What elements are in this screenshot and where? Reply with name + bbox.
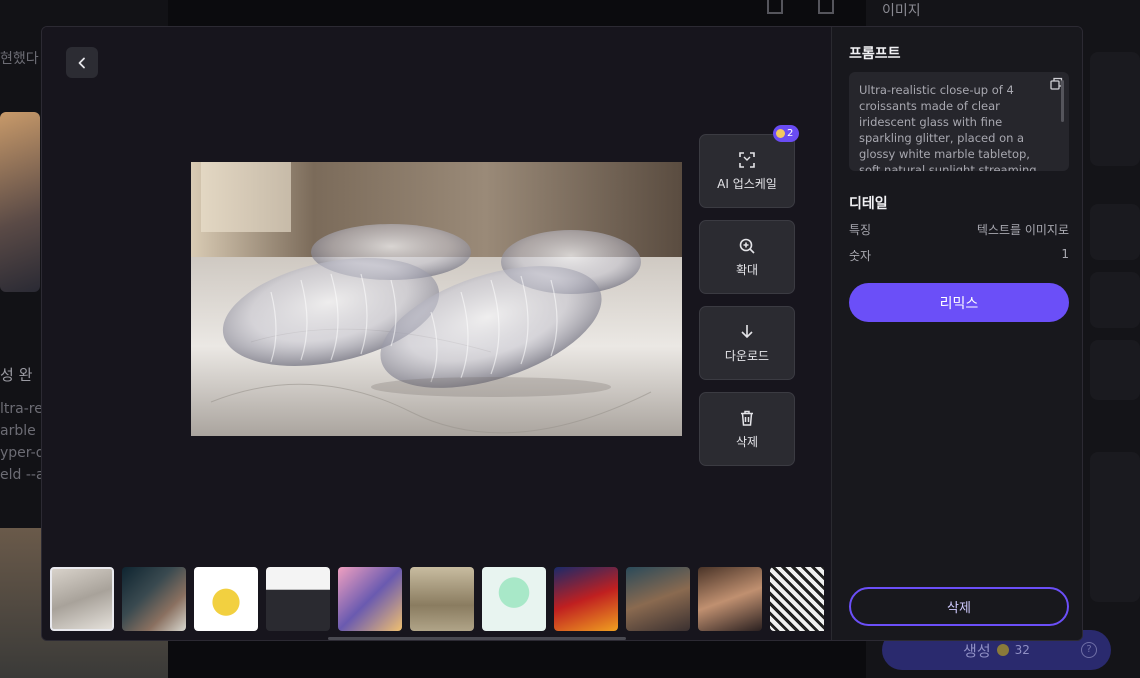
help-icon[interactable]: ? bbox=[1081, 642, 1097, 658]
zoom-button[interactable]: 확대 bbox=[699, 220, 795, 294]
download-label: 다운로드 bbox=[724, 348, 770, 363]
background-text: 성 완 bbox=[0, 366, 33, 384]
thumbnail-scrollbar[interactable] bbox=[328, 637, 626, 640]
background-text: eld --a bbox=[0, 467, 45, 483]
trash-icon bbox=[741, 410, 753, 426]
generate-label: 생성 bbox=[963, 641, 991, 660]
thumbnail-sketch-warriors[interactable] bbox=[410, 567, 474, 631]
expand-icon bbox=[739, 151, 755, 168]
background-card bbox=[1090, 52, 1140, 166]
prompt-text[interactable]: Ultra-realistic close-up of 4 croissants… bbox=[849, 72, 1069, 171]
detail-label: 특징 bbox=[849, 223, 872, 237]
ai-upscale-button[interactable]: AI 업스케일 bbox=[699, 134, 795, 208]
background-card bbox=[1090, 204, 1140, 260]
zoom-label: 확대 bbox=[735, 262, 759, 277]
prompt-scrollbar[interactable] bbox=[1061, 80, 1064, 122]
background-card bbox=[1090, 272, 1140, 328]
thumbnail-manga[interactable] bbox=[770, 567, 824, 631]
glass-croissants-illustration bbox=[191, 162, 682, 436]
credit-badge-count: 2 bbox=[787, 128, 794, 139]
thumbnail-suit-man[interactable] bbox=[266, 567, 330, 631]
detail-row-number: 숫자 1 bbox=[849, 247, 1069, 264]
thumbnail-yellow-bunny[interactable] bbox=[194, 567, 258, 631]
delete-button[interactable]: 삭제 bbox=[849, 587, 1069, 626]
background-thumbnail bbox=[0, 112, 40, 292]
delete-action-label: 삭제 bbox=[735, 434, 759, 449]
thumbnail-woman-portrait[interactable] bbox=[626, 567, 690, 631]
prompt-text-content: Ultra-realistic close-up of 4 croissants… bbox=[859, 83, 1037, 171]
remix-button[interactable]: 리믹스 bbox=[849, 283, 1069, 322]
background-text: arble bbox=[0, 423, 36, 439]
upload-icon bbox=[767, 0, 783, 14]
main-image bbox=[191, 162, 682, 436]
detail-row-feature: 특징 텍스트를 이미지로 bbox=[849, 221, 1069, 238]
trash-icon bbox=[818, 0, 834, 14]
thumbnail-strip bbox=[50, 567, 824, 631]
background-card bbox=[1090, 452, 1140, 602]
credit-badge: 2 bbox=[773, 125, 800, 142]
background-heading: 이미지 bbox=[882, 3, 921, 19]
zoom-in-icon bbox=[739, 238, 755, 254]
delete-action-button[interactable]: 삭제 bbox=[699, 392, 795, 466]
background-text: yper-d bbox=[0, 445, 45, 461]
prompt-heading: 프롬프트 bbox=[849, 46, 901, 62]
thumbnail-comic-hero[interactable] bbox=[554, 567, 618, 631]
thumbnail-anime-boy[interactable] bbox=[338, 567, 402, 631]
thumbnail-woman-indoor[interactable] bbox=[698, 567, 762, 631]
download-icon bbox=[741, 324, 753, 338]
ai-upscale-label: AI 업스케일 bbox=[717, 176, 777, 191]
detail-value: 텍스트를 이미지로 bbox=[976, 223, 1069, 237]
download-button[interactable]: 다운로드 bbox=[699, 306, 795, 380]
details-heading: 디테일 bbox=[849, 196, 888, 212]
detail-label: 숫자 bbox=[849, 249, 872, 263]
background-text: ltra-re bbox=[0, 401, 43, 417]
coin-icon bbox=[996, 644, 1009, 656]
background-text: 현했다 bbox=[0, 51, 39, 67]
image-detail-modal: AI 업스케일 2 확대 다운로드 삭제 프롬프트 Ultra-realisti… bbox=[41, 26, 1083, 641]
coin-icon bbox=[776, 129, 785, 138]
image-viewer: AI 업스케일 2 확대 다운로드 삭제 bbox=[42, 27, 831, 640]
chevron-left-icon bbox=[78, 57, 85, 68]
detail-value: 1 bbox=[1061, 247, 1069, 261]
thumbnail-glass-croissants[interactable] bbox=[50, 567, 114, 631]
thumbnail-cats[interactable] bbox=[122, 567, 186, 631]
generate-cost: 32 bbox=[1014, 643, 1030, 657]
back-button[interactable] bbox=[66, 47, 98, 78]
detail-panel: 프롬프트 Ultra-realistic close-up of 4 crois… bbox=[831, 27, 1082, 640]
background-card bbox=[1090, 340, 1140, 400]
thumbnail-chibi-girl[interactable] bbox=[482, 567, 546, 631]
